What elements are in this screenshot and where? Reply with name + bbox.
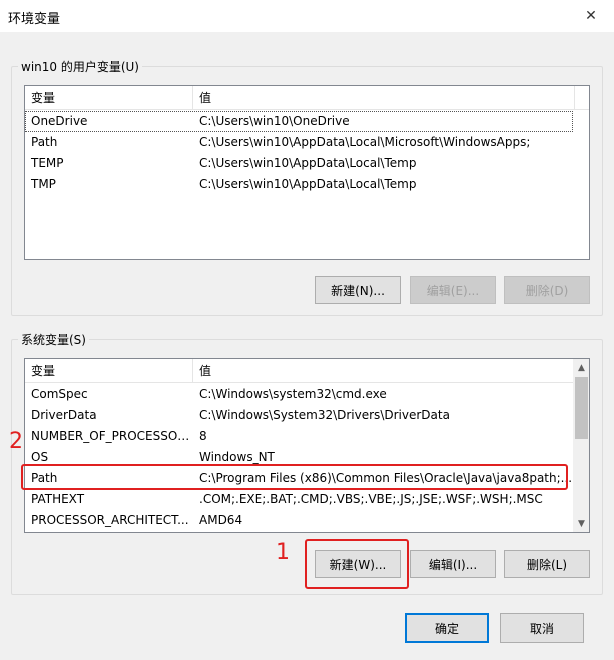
var-name: PROCESSOR_ARCHITECT... <box>31 513 189 527</box>
title-bar: 环境变量 ✕ <box>0 0 614 32</box>
system-delete-button[interactable]: 删除(L) <box>504 550 590 578</box>
scroll-thumb[interactable] <box>575 377 588 439</box>
table-row[interactable]: PATHEXT .COM;.EXE;.BAT;.CMD;.VBS;.VBE;.J… <box>25 489 573 510</box>
table-row[interactable]: DriverData C:\Windows\System32\Drivers\D… <box>25 405 573 426</box>
window-title: 环境变量 <box>8 12 61 27</box>
var-name: NUMBER_OF_PROCESSORS <box>31 429 193 443</box>
var-value: .COM;.EXE;.BAT;.CMD;.VBS;.VBE;.JS;.JSE;.… <box>199 492 543 506</box>
table-row[interactable]: PROCESSOR_ARCHITECT... AMD64 <box>25 510 573 531</box>
annotation-step-1: 1 <box>276 540 290 565</box>
table-row[interactable]: ComSpec C:\Windows\system32\cmd.exe <box>25 384 573 405</box>
scroll-up-icon[interactable]: ▲ <box>573 359 589 376</box>
cancel-button[interactable]: 取消 <box>500 613 584 643</box>
system-edit-button[interactable]: 编辑(I)... <box>410 550 496 578</box>
system-vars-header: 变量 值 <box>25 359 574 383</box>
user-delete-button[interactable]: 删除(D) <box>504 276 590 304</box>
user-vars-legend: win10 的用户变量(U) <box>18 58 142 75</box>
var-name: TEMP <box>31 156 64 170</box>
scroll-down-icon[interactable]: ▼ <box>573 515 589 532</box>
user-new-button[interactable]: 新建(N)... <box>315 276 401 304</box>
var-value: C:\Windows\System32\Drivers\DriverData <box>199 408 450 422</box>
table-row[interactable]: TMP C:\Users\win10\AppData\Local\Temp <box>25 174 573 195</box>
var-value: C:\Users\win10\AppData\Local\Temp <box>199 177 417 191</box>
annotation-path-highlight <box>21 464 568 490</box>
system-vars-legend: 系统变量(S) <box>18 331 89 348</box>
table-row[interactable]: NUMBER_OF_PROCESSORS 8 <box>25 426 573 447</box>
var-name: TMP <box>31 177 56 191</box>
var-value: 8 <box>199 429 207 443</box>
var-name: Path <box>31 135 58 149</box>
var-value: C:\Windows\system32\cmd.exe <box>199 387 387 401</box>
column-variable[interactable]: 变量 <box>25 359 193 383</box>
var-name: OneDrive <box>31 114 88 128</box>
table-row[interactable]: OneDrive C:\Users\win10\OneDrive <box>25 111 573 132</box>
system-vars-scrollbar[interactable]: ▲ ▼ <box>573 359 589 532</box>
column-value[interactable]: 值 <box>193 359 574 383</box>
table-row[interactable]: Path C:\Users\win10\AppData\Local\Micros… <box>25 132 573 153</box>
var-name: PATHEXT <box>31 492 85 506</box>
user-vars-list[interactable]: 变量 值 OneDrive C:\Users\win10\OneDrive Pa… <box>24 85 590 260</box>
var-value: AMD64 <box>199 513 243 527</box>
user-edit-button[interactable]: 编辑(E)... <box>410 276 496 304</box>
column-value[interactable]: 值 <box>193 86 575 110</box>
system-vars-list[interactable]: 变量 值 ComSpec C:\Windows\system32\cmd.exe… <box>24 358 590 533</box>
close-icon[interactable]: ✕ <box>568 0 614 32</box>
ok-button[interactable]: 确定 <box>405 613 489 643</box>
user-vars-header: 变量 值 <box>25 86 589 110</box>
var-value: C:\Users\win10\AppData\Local\Microsoft\W… <box>199 135 531 149</box>
var-value: C:\Users\win10\AppData\Local\Temp <box>199 156 417 170</box>
column-variable[interactable]: 变量 <box>25 86 193 110</box>
annotation-step-2: 2 <box>9 429 23 454</box>
annotation-new-button-highlight <box>305 539 409 589</box>
var-name: DriverData <box>31 408 97 422</box>
var-name: ComSpec <box>31 387 88 401</box>
var-value: C:\Users\win10\OneDrive <box>199 114 350 128</box>
table-row[interactable]: TEMP C:\Users\win10\AppData\Local\Temp <box>25 153 573 174</box>
